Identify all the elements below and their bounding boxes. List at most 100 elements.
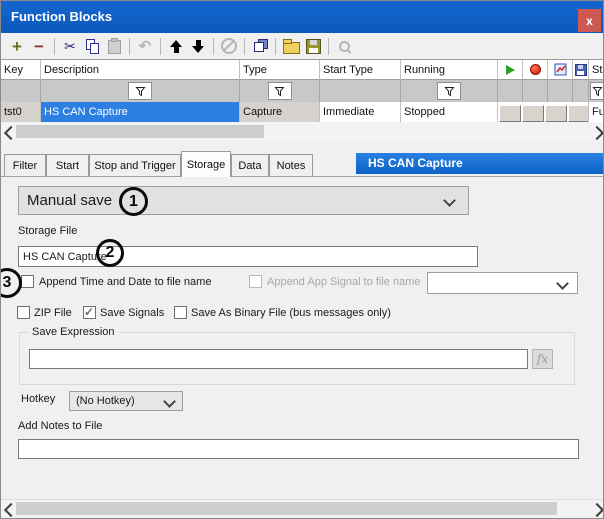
paste-icon bbox=[108, 40, 121, 54]
row-action-button[interactable] bbox=[545, 105, 567, 122]
row-cell-running[interactable]: Stopped bbox=[401, 102, 498, 123]
tab-storage[interactable]: Storage bbox=[181, 151, 231, 177]
column-header-start-icon[interactable] bbox=[498, 60, 523, 80]
zip-file-checkbox[interactable] bbox=[17, 306, 30, 319]
fx-icon: fx bbox=[537, 352, 548, 366]
save-signals-label: Save Signals bbox=[100, 307, 164, 319]
minus-icon: − bbox=[34, 38, 44, 55]
filter-button[interactable] bbox=[590, 82, 604, 100]
column-header-record-icon[interactable] bbox=[523, 60, 548, 80]
toolbar: + − ✂ ↶ bbox=[1, 33, 603, 59]
filter-cell-icon3 bbox=[548, 80, 573, 102]
column-header-description[interactable]: Description bbox=[41, 60, 240, 80]
save-signals-checkbox[interactable] bbox=[83, 306, 96, 319]
save-binary-checkbox[interactable] bbox=[174, 306, 187, 319]
row-cell-type[interactable]: Capture bbox=[240, 102, 320, 123]
move-up-button[interactable] bbox=[166, 36, 186, 56]
toolbar-separator bbox=[54, 38, 55, 55]
find-button[interactable] bbox=[334, 36, 354, 56]
copy-button[interactable] bbox=[82, 36, 102, 56]
annotation-3: 3 bbox=[0, 268, 22, 298]
paste-button[interactable] bbox=[104, 36, 124, 56]
row-action-button[interactable] bbox=[522, 105, 544, 122]
filter-cell-key bbox=[1, 80, 41, 102]
filter-button[interactable] bbox=[128, 82, 152, 100]
column-header-type[interactable]: Type bbox=[240, 60, 320, 80]
append-app-signal-checkbox bbox=[249, 275, 262, 288]
tab-start[interactable]: Start bbox=[46, 154, 89, 176]
tab-data[interactable]: Data bbox=[231, 154, 269, 176]
save-mode-dropdown[interactable]: Manual save bbox=[18, 186, 469, 215]
row-action-button[interactable] bbox=[499, 105, 521, 122]
filter-cell-icon1 bbox=[498, 80, 523, 102]
filter-button[interactable] bbox=[268, 82, 292, 100]
chevron-down-icon bbox=[556, 277, 569, 290]
row-cell-start-type[interactable]: Immediate bbox=[320, 102, 401, 123]
tab-filter[interactable]: Filter bbox=[4, 154, 46, 176]
play-icon bbox=[506, 65, 515, 75]
undo-icon: ↶ bbox=[139, 37, 152, 55]
toolbar-separator bbox=[160, 38, 161, 55]
toolbar-separator bbox=[275, 38, 276, 55]
grid-horizontal-scrollbar bbox=[1, 122, 604, 141]
no-entry-icon bbox=[221, 38, 237, 54]
filter-button[interactable] bbox=[437, 82, 461, 100]
zip-file-label: ZIP File bbox=[34, 307, 72, 319]
column-header-truncated[interactable]: St bbox=[589, 60, 604, 80]
record-icon bbox=[530, 64, 541, 75]
disable-button[interactable] bbox=[219, 36, 239, 56]
funnel-icon bbox=[592, 86, 603, 97]
toolbar-separator bbox=[244, 38, 245, 55]
save-expression-label: Save Expression bbox=[28, 326, 119, 338]
add-notes-input[interactable] bbox=[18, 439, 579, 459]
toolbar-separator bbox=[129, 38, 130, 55]
selected-block-title: HS CAN Capture bbox=[356, 153, 604, 174]
magnifier-icon bbox=[337, 39, 352, 54]
save-expression-input[interactable] bbox=[29, 349, 528, 369]
scrollbar-thumb[interactable] bbox=[16, 502, 557, 515]
row-cell-key[interactable]: tst0 bbox=[1, 102, 41, 123]
scroll-right-arrow[interactable] bbox=[590, 503, 604, 517]
row-cell-description[interactable]: HS CAN Capture bbox=[41, 102, 240, 123]
toolbar-separator bbox=[213, 38, 214, 55]
cascade-windows-button[interactable] bbox=[250, 36, 270, 56]
remove-button[interactable]: − bbox=[29, 36, 49, 56]
cut-button[interactable]: ✂ bbox=[60, 36, 80, 56]
append-time-date-checkbox[interactable] bbox=[21, 275, 34, 288]
arrow-down-icon bbox=[192, 40, 204, 53]
funnel-icon bbox=[274, 86, 285, 97]
close-button[interactable]: x bbox=[578, 9, 601, 32]
filter-cell-truncated bbox=[589, 80, 604, 102]
row-action-button[interactable] bbox=[568, 105, 589, 122]
filter-cell-description bbox=[41, 80, 240, 102]
save-button[interactable] bbox=[303, 36, 323, 56]
app-signal-dropdown[interactable] bbox=[427, 272, 578, 294]
column-header-report-icon[interactable] bbox=[548, 60, 573, 80]
scrollbar-thumb[interactable] bbox=[16, 125, 264, 138]
undo-button[interactable]: ↶ bbox=[135, 36, 155, 56]
open-button[interactable] bbox=[281, 36, 301, 56]
close-icon: x bbox=[586, 14, 593, 28]
fx-button[interactable]: fx bbox=[532, 349, 553, 369]
append-app-signal-label: Append App Signal to file name bbox=[267, 276, 421, 288]
move-down-button[interactable] bbox=[188, 36, 208, 56]
filter-cell-running bbox=[401, 80, 498, 102]
column-header-save-icon[interactable] bbox=[573, 60, 589, 80]
funnel-icon bbox=[135, 86, 146, 97]
column-header-start-type[interactable]: Start Type bbox=[320, 60, 401, 80]
storage-file-label: Storage File bbox=[18, 225, 77, 237]
annotation-2: 2 bbox=[96, 239, 124, 267]
scissors-icon: ✂ bbox=[64, 38, 76, 55]
cascade-windows-icon bbox=[253, 39, 268, 53]
row-cell-truncated[interactable]: Fu bbox=[589, 102, 604, 123]
column-header-key[interactable]: Key bbox=[1, 60, 41, 80]
column-header-running[interactable]: Running bbox=[401, 60, 498, 80]
scroll-right-arrow[interactable] bbox=[590, 126, 604, 140]
add-button[interactable]: + bbox=[7, 36, 27, 56]
storage-file-input[interactable] bbox=[18, 246, 478, 267]
tab-stop-and-trigger[interactable]: Stop and Trigger bbox=[89, 154, 181, 176]
tab-notes[interactable]: Notes bbox=[269, 154, 313, 176]
hotkey-dropdown[interactable]: (No Hotkey) bbox=[69, 391, 183, 411]
window-title: Function Blocks bbox=[11, 1, 112, 33]
save-icon bbox=[575, 64, 587, 76]
